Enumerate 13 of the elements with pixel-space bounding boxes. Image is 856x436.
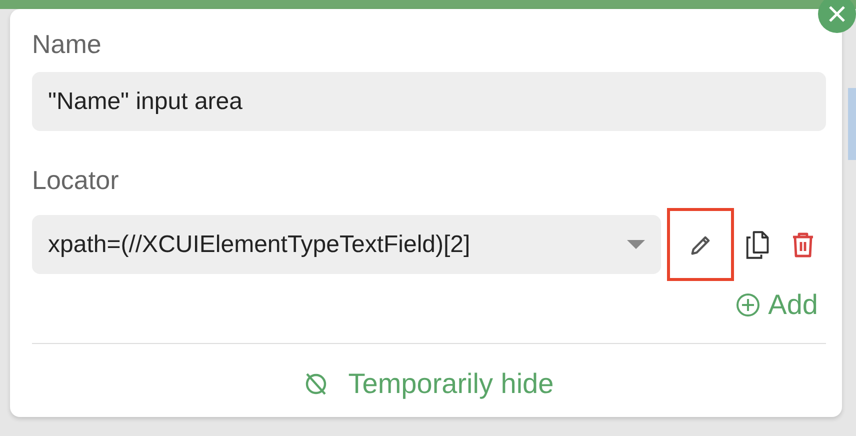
field-label: Locator — [32, 165, 120, 196]
edit-button[interactable] — [667, 208, 734, 281]
close-icon — [827, 4, 847, 24]
field-label: Name — [32, 29, 102, 60]
close-button[interactable] — [818, 0, 856, 33]
locator-dropdown[interactable]: xpath=(//XCUIElementTypeTextField)[2] — [32, 215, 661, 274]
copy-icon — [744, 230, 770, 260]
name-field[interactable]: "Name" input area — [32, 72, 826, 131]
background-panel — [848, 88, 856, 160]
plus-circle-icon — [736, 293, 760, 317]
caret-icon — [627, 240, 645, 249]
hide-icon — [304, 372, 328, 396]
trash-icon — [791, 232, 816, 258]
